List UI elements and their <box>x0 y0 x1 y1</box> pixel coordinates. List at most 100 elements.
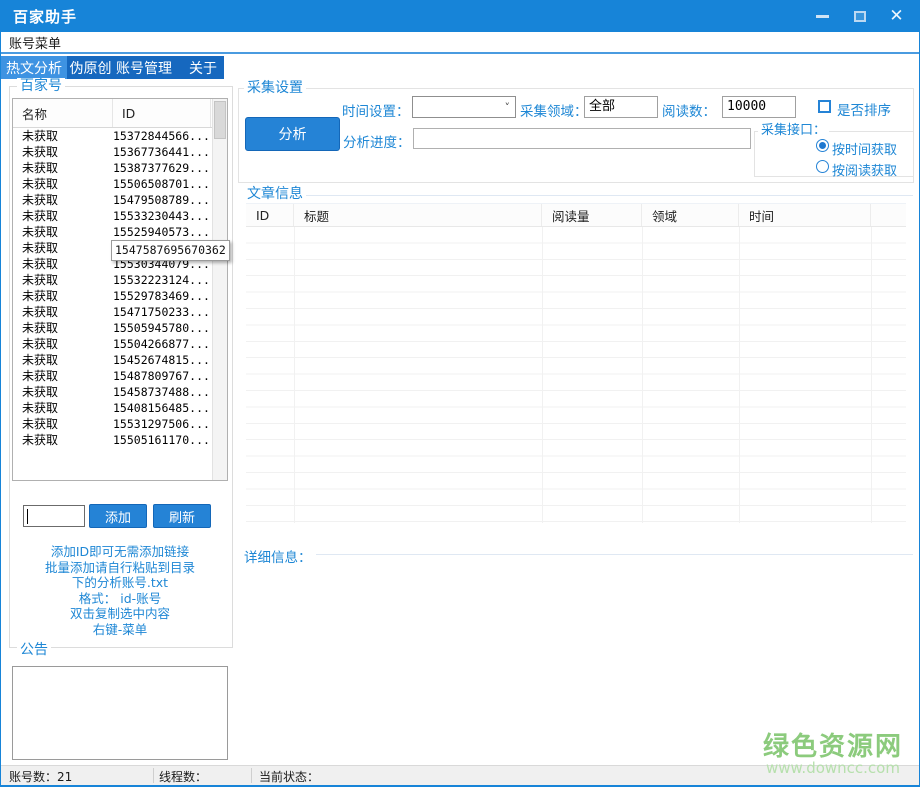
table-row[interactable]: 未获取 15372844566... <box>13 128 227 144</box>
account-name: 未获取 <box>13 416 113 432</box>
text-caret <box>27 509 28 524</box>
watermark-site-url: www.downcc.com <box>763 761 903 777</box>
table-row[interactable]: 未获取 15531297506... <box>13 416 227 432</box>
account-id: 15387377629... <box>113 160 211 176</box>
add-account-input[interactable] <box>23 505 85 527</box>
time-setting-select[interactable]: ˅ <box>412 96 516 118</box>
grid-line <box>739 227 740 523</box>
tab-account-manage[interactable]: 账号管理 <box>114 56 174 79</box>
articles-column-header[interactable]: 标题 <box>294 204 542 226</box>
articles-column-header[interactable]: 领域 <box>642 204 739 226</box>
table-row[interactable]: 未获取 15487809767... <box>13 368 227 384</box>
radio-by-time[interactable] <box>816 139 829 152</box>
tab-about[interactable]: 关于 <box>174 56 224 79</box>
account-id: 15452674815... <box>113 352 211 368</box>
table-row[interactable]: 未获取 15506508701... <box>13 176 227 192</box>
articles-table-body <box>246 227 906 523</box>
accounts-table[interactable]: 名称 ID 未获取 15372844566... 未获取 15367736441… <box>12 98 228 481</box>
articles-group-title: 文章信息 <box>244 186 306 202</box>
refresh-button[interactable]: 刷新 <box>153 504 211 528</box>
instruction-line: 批量添加请自行粘贴到目录 <box>11 560 229 576</box>
status-account-count: 账号数：21 <box>9 768 72 785</box>
account-name: 未获取 <box>13 368 113 384</box>
instruction-line: 格式： id-账号 <box>11 591 229 607</box>
sort-checkbox[interactable] <box>818 100 831 113</box>
status-thread-count: 线程数： <box>159 768 207 785</box>
account-id: 15505161170... <box>113 432 211 448</box>
account-id: 15525940573... <box>113 224 211 240</box>
account-id: 15531297506... <box>113 416 211 432</box>
notice-group-title: 公告 <box>17 642 51 658</box>
grid-line <box>542 227 543 523</box>
watermark-site-name: 绿色资源网 <box>763 734 903 761</box>
table-row[interactable]: 未获取 15458737488... <box>13 384 227 400</box>
reads-input[interactable]: 10000 <box>722 96 796 118</box>
account-id: 15532223124... <box>113 272 211 288</box>
table-row[interactable]: 未获取 15367736441... <box>13 144 227 160</box>
table-row[interactable]: 未获取 15408156485... <box>13 400 227 416</box>
analyze-button[interactable]: 分析 <box>245 117 340 151</box>
account-name: 未获取 <box>13 224 113 240</box>
tab-pseudo-original[interactable]: 伪原创 <box>67 56 114 79</box>
table-row[interactable]: 未获取 15532223124... <box>13 272 227 288</box>
progress-input[interactable] <box>413 128 751 149</box>
table-row[interactable]: 未获取 15505161170... <box>13 432 227 448</box>
account-name: 未获取 <box>13 288 113 304</box>
scrollbar-thumb[interactable] <box>214 101 226 139</box>
accounts-scrollbar[interactable] <box>212 99 227 480</box>
maximize-button[interactable] <box>841 0 878 32</box>
table-row[interactable]: 未获取 15504266877... <box>13 336 227 352</box>
status-separator <box>153 768 154 783</box>
account-id: 15505945780... <box>113 320 211 336</box>
instruction-line: 下的分析账号.txt <box>11 575 229 591</box>
accounts-col-id[interactable]: ID <box>113 99 211 127</box>
close-button[interactable]: ✕ <box>878 0 915 32</box>
menu-bar: 账号菜单 <box>1 32 919 54</box>
account-id: 15506508701... <box>113 176 211 192</box>
account-name: 未获取 <box>13 320 113 336</box>
table-row[interactable]: 未获取 15525940573... <box>13 224 227 240</box>
articles-column-header[interactable]: ID <box>246 204 294 226</box>
table-row[interactable]: 未获取 15533230443... <box>13 208 227 224</box>
detail-group-line <box>316 554 913 555</box>
instruction-line: 双击复制选中内容 <box>11 606 229 622</box>
table-row[interactable]: 未获取 15479508789... <box>13 192 227 208</box>
articles-table-header: ID标题阅读量领域时间 <box>246 203 906 227</box>
api-group-title: 采集接口： <box>758 123 829 139</box>
status-current-state: 当前状态： <box>259 768 319 785</box>
table-row[interactable]: 未获取 15387377629... <box>13 160 227 176</box>
account-id: 15533230443... <box>113 208 211 224</box>
account-name: 未获取 <box>13 208 113 224</box>
account-name: 未获取 <box>13 160 113 176</box>
accounts-table-header: 名称 ID <box>13 99 227 128</box>
detail-info-label: 详细信息： <box>244 546 312 566</box>
table-row[interactable]: 未获取 15529783469... <box>13 288 227 304</box>
articles-group-line <box>306 195 913 196</box>
table-row[interactable]: 未获取 15471750233... <box>13 304 227 320</box>
account-name: 未获取 <box>13 432 113 448</box>
tab-hot-analysis[interactable]: 热文分析 <box>1 56 67 79</box>
account-id-tooltip: 1547587695670362 <box>111 240 230 261</box>
domain-input[interactable]: 全部 <box>584 96 658 118</box>
table-row[interactable]: 未获取 15452674815... <box>13 352 227 368</box>
close-icon: ✕ <box>889 8 903 25</box>
account-id: 15487809767... <box>113 368 211 384</box>
account-name: 未获取 <box>13 400 113 416</box>
radio-by-reads[interactable] <box>816 160 829 173</box>
account-name: 未获取 <box>13 256 113 272</box>
account-id: 15504266877... <box>113 336 211 352</box>
articles-column-header[interactable]: 阅读量 <box>542 204 642 226</box>
menu-item-account[interactable]: 账号菜单 <box>1 33 69 52</box>
title-bar: 百家助手 ✕ <box>1 0 919 32</box>
status-separator <box>251 768 252 783</box>
articles-table[interactable]: ID标题阅读量领域时间 <box>246 203 906 523</box>
account-name: 未获取 <box>13 176 113 192</box>
instructions-text: 添加ID即可无需添加链接批量添加请自行粘贴到目录下的分析账号.txt格式： id… <box>11 544 229 637</box>
domain-label: 采集领域： <box>520 100 588 120</box>
minimize-button[interactable] <box>804 0 841 32</box>
table-row[interactable]: 未获取 15505945780... <box>13 320 227 336</box>
add-button[interactable]: 添加 <box>89 504 147 528</box>
accounts-col-name[interactable]: 名称 <box>13 99 113 127</box>
articles-column-header[interactable]: 时间 <box>739 204 871 226</box>
notice-textarea[interactable] <box>12 666 228 760</box>
